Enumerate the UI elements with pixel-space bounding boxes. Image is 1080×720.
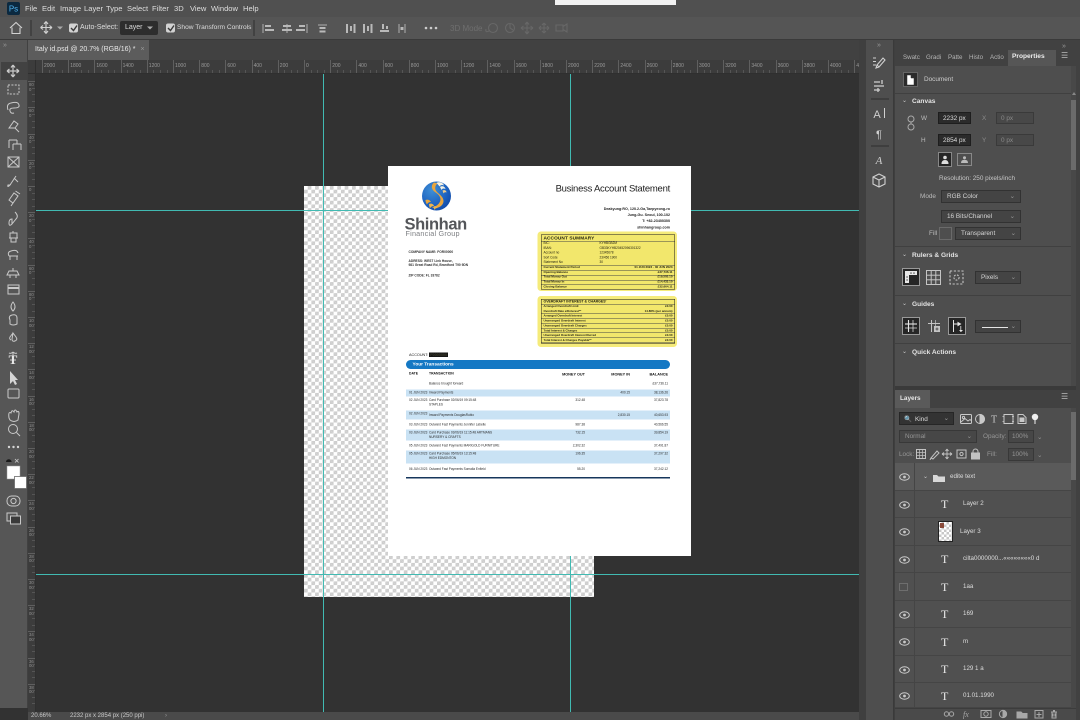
svg-text:A: A xyxy=(873,109,881,121)
svg-text:3D Mode: 3D Mode xyxy=(450,24,483,33)
svg-text:T: T xyxy=(991,415,997,426)
svg-text:T: T xyxy=(9,352,18,367)
svg-text:fx: fx xyxy=(963,710,969,719)
svg-text:¶: ¶ xyxy=(876,129,882,141)
svg-text:A: A xyxy=(875,155,883,167)
svg-text:Ps: Ps xyxy=(9,5,18,14)
